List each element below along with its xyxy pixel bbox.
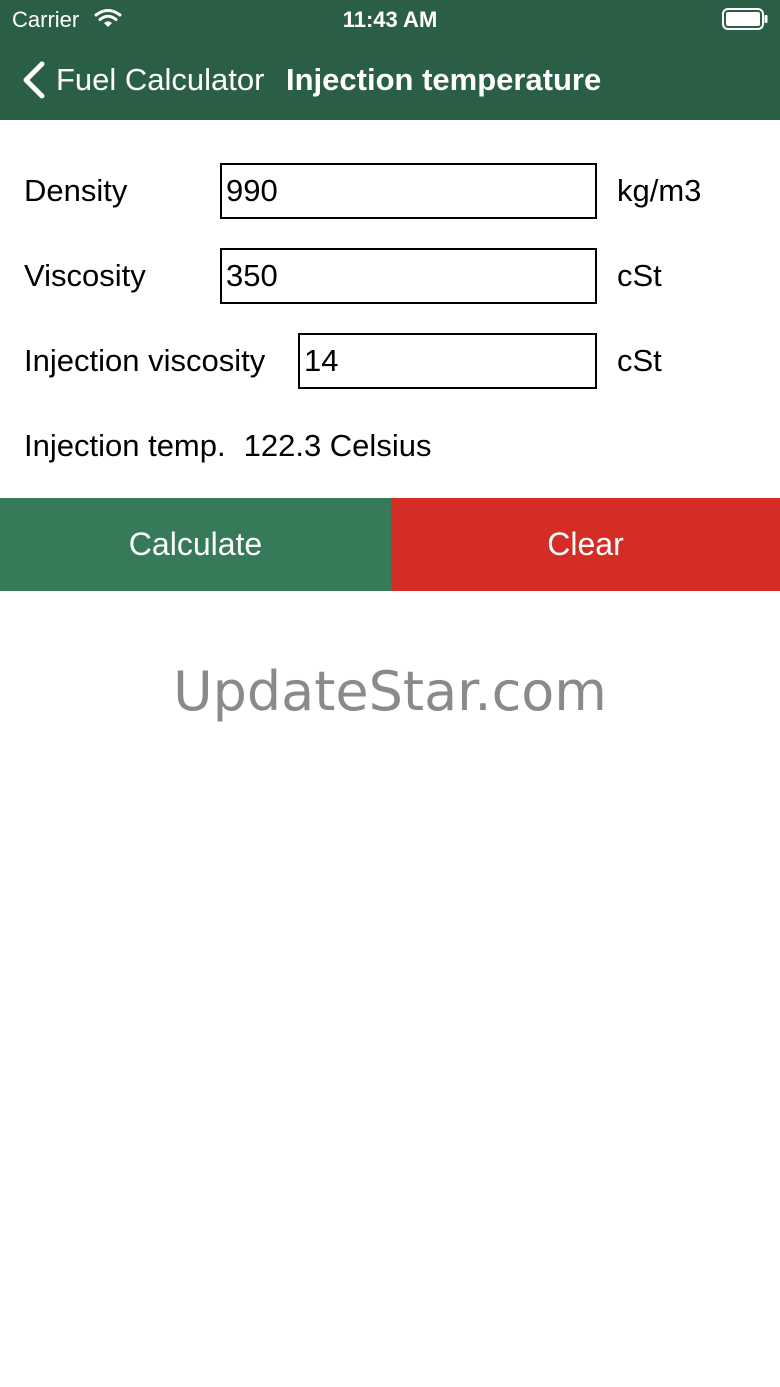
result-label: Injection temp.	[24, 428, 226, 463]
viscosity-unit: cSt	[617, 258, 662, 293]
status-bar: Carrier 11:43 AM	[0, 0, 780, 40]
result-row: Injection temp. 122.3 Celsius	[24, 420, 431, 472]
injection-viscosity-input[interactable]	[298, 333, 597, 389]
injection-viscosity-unit: cSt	[617, 343, 662, 378]
result-value: 122.3 Celsius	[243, 428, 432, 463]
injection-viscosity-row: Injection viscosity cSt	[0, 333, 780, 389]
page-title: Injection temperature	[286, 62, 602, 97]
back-label: Fuel Calculator	[56, 62, 265, 97]
watermark: UpdateStar.com	[173, 660, 607, 723]
injection-viscosity-label: Injection viscosity	[24, 343, 266, 378]
clear-button[interactable]: Clear	[391, 498, 780, 591]
viscosity-row: Viscosity cSt	[0, 248, 780, 304]
back-button[interactable]: Fuel Calculator	[20, 40, 264, 120]
header: Carrier 11:43 AM Fuel Calculator Injecti…	[0, 0, 780, 120]
nav-bar: Fuel Calculator Injection temperature	[0, 40, 780, 120]
density-unit: kg/m3	[617, 173, 702, 208]
density-input[interactable]	[220, 163, 597, 219]
chevron-left-icon	[23, 61, 45, 99]
calculate-button[interactable]: Calculate	[0, 498, 391, 591]
battery-full-icon	[722, 8, 768, 30]
clock: 11:43 AM	[342, 7, 438, 32]
density-row: Density kg/m3	[0, 163, 780, 219]
viscosity-label: Viscosity	[24, 258, 146, 293]
viscosity-input[interactable]	[220, 248, 597, 304]
density-label: Density	[24, 173, 128, 208]
